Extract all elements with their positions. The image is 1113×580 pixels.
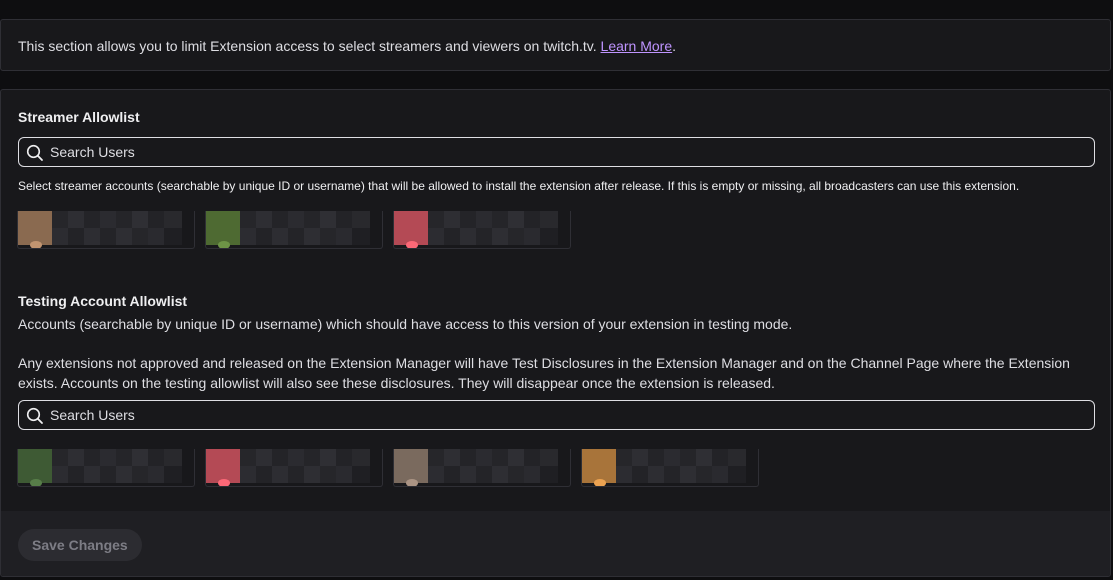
save-changes-button[interactable]: Save Changes: [18, 529, 142, 561]
avatar: [206, 211, 240, 245]
testing-search-input[interactable]: [50, 401, 1080, 429]
streamer-allowlist-note: Select streamer accounts (searchable by …: [18, 179, 1020, 193]
testing-allowlist-description: Accounts (searchable by unique ID or use…: [18, 316, 793, 332]
username-redacted: [428, 211, 558, 245]
username-redacted: [240, 449, 370, 483]
allowlist-settings-card: Streamer Allowlist Select streamer accou…: [0, 89, 1111, 577]
avatar: [394, 211, 428, 245]
testing-user-chip-3[interactable]: [393, 449, 571, 487]
streamer-allowlist-title: Streamer Allowlist: [18, 109, 140, 125]
testing-search-box[interactable]: [18, 400, 1095, 430]
form-footer: Save Changes: [1, 511, 1110, 576]
info-description: This section allows you to limit Extensi…: [18, 38, 601, 54]
learn-more-link[interactable]: Learn More: [601, 38, 673, 54]
streamer-user-chip-2[interactable]: [205, 211, 383, 249]
testing-user-chip-2[interactable]: [205, 449, 383, 487]
avatar: [582, 449, 616, 483]
info-text: This section allows you to limit Extensi…: [18, 38, 676, 54]
info-suffix: .: [672, 38, 677, 54]
username-redacted: [52, 449, 182, 483]
streamer-user-chip-3[interactable]: [393, 211, 571, 249]
streamer-search-box[interactable]: [18, 137, 1095, 167]
streamer-search-input[interactable]: [50, 138, 1080, 166]
streamer-user-chip-1[interactable]: [17, 211, 195, 249]
username-redacted: [52, 211, 182, 245]
test-disclosure-text: Any extensions not approved and released…: [18, 355, 1070, 391]
avatar: [18, 211, 52, 245]
testing-allowlist-title: Testing Account Allowlist: [18, 293, 188, 309]
avatar: [206, 449, 240, 483]
username-redacted: [428, 449, 558, 483]
testing-user-chip-4[interactable]: [581, 449, 759, 487]
search-icon: [26, 144, 43, 161]
testing-user-chip-1[interactable]: [17, 449, 195, 487]
search-icon: [26, 407, 43, 424]
info-banner: This section allows you to limit Extensi…: [0, 19, 1111, 71]
username-redacted: [240, 211, 370, 245]
username-redacted: [616, 449, 746, 483]
avatar: [394, 449, 428, 483]
avatar: [18, 449, 52, 483]
